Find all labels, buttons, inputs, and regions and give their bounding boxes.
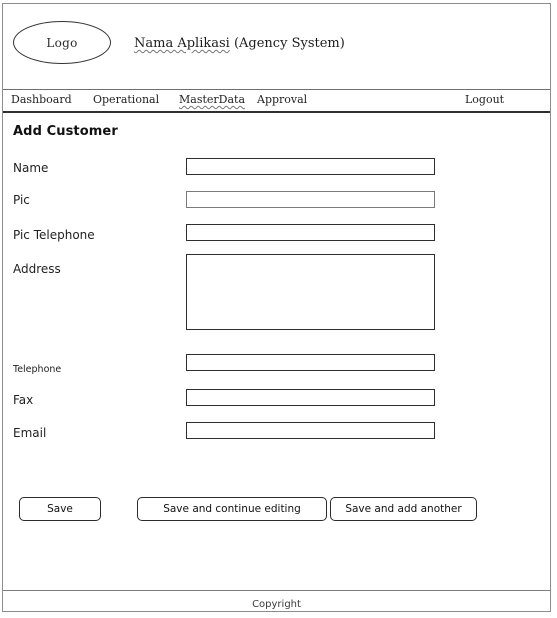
input-pic-telephone[interactable] xyxy=(186,224,435,241)
input-address[interactable] xyxy=(186,254,435,330)
input-telephone[interactable] xyxy=(186,354,435,371)
label-fax: Fax xyxy=(13,393,34,407)
label-email: Email xyxy=(13,426,47,440)
save-button[interactable]: Save xyxy=(19,497,101,521)
label-address: Address xyxy=(13,262,61,276)
input-pic[interactable] xyxy=(186,191,435,208)
input-fax[interactable] xyxy=(186,389,435,406)
footer-copyright: Copyright xyxy=(252,599,301,610)
save-and-continue-editing-button[interactable]: Save and continue editing xyxy=(137,497,327,521)
label-pic: Pic xyxy=(13,193,30,207)
input-name[interactable] xyxy=(186,158,435,175)
label-name: Name xyxy=(13,161,49,175)
input-email[interactable] xyxy=(186,422,435,439)
save-and-add-another-button[interactable]: Save and add another xyxy=(330,497,477,521)
label-pic-telephone: Pic Telephone xyxy=(13,228,95,242)
wireframe-page-frame: Logo Nama Aplikasi (Agency System) Dashb… xyxy=(2,3,551,612)
footer-divider xyxy=(3,590,550,591)
label-telephone: Telephone xyxy=(13,364,62,375)
form-actions: Save Save and continue editing Save and … xyxy=(3,497,550,523)
